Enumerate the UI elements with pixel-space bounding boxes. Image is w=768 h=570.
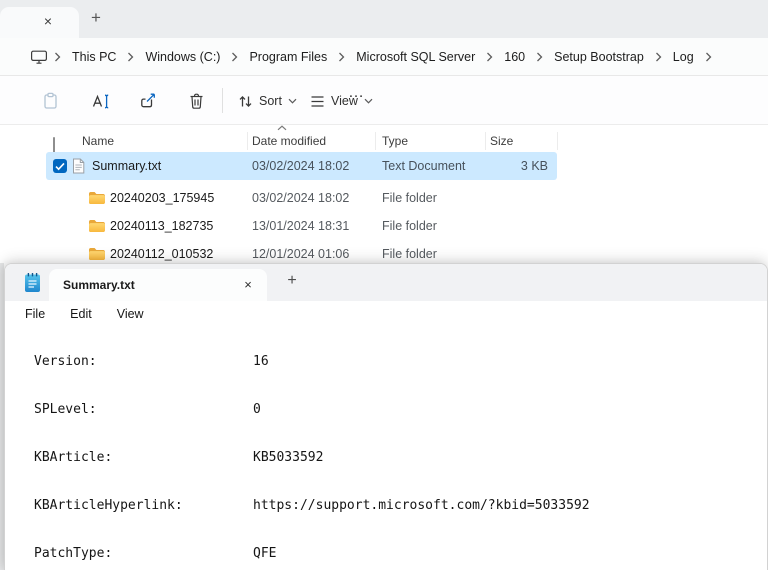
chevron-right-icon[interactable] [338, 52, 345, 62]
file-row-summary-txt[interactable]: Summary.txt 03/02/2024 18:02 Text Docume… [0, 152, 768, 180]
column-header-type[interactable]: Type [382, 130, 408, 152]
desktop-screen: × + This PC Windows (C:) Program Files M… [0, 0, 768, 570]
chevron-right-icon[interactable] [536, 52, 543, 62]
column-header-size[interactable]: Size [490, 130, 513, 152]
column-header-date[interactable]: Date modified [252, 130, 326, 152]
chevron-right-icon[interactable] [486, 52, 493, 62]
rename-button[interactable] [87, 88, 113, 114]
notepad-app-icon [22, 271, 43, 294]
folder-date: 03/02/2024 18:02 [252, 184, 349, 212]
text-line: KBArticle:KB5033592 [21, 450, 767, 466]
chevron-right-icon[interactable] [231, 52, 238, 62]
explorer-command-bar: Sort View … [0, 76, 768, 125]
view-dropdown[interactable]: View [306, 88, 377, 114]
folder-icon [88, 191, 105, 205]
sort-dropdown[interactable]: Sort [234, 88, 301, 114]
sort-icon [238, 94, 253, 109]
notepad-active-tab[interactable]: Summary.txt × [49, 269, 267, 301]
text-line: KBArticleHyperlink:https://support.micro… [21, 498, 767, 514]
text-line: PatchType:QFE [21, 546, 767, 562]
file-size: 3 KB [485, 152, 548, 180]
folder-icon [88, 247, 105, 261]
view-icon [310, 95, 325, 108]
breadcrumb-item-160[interactable]: 160 [499, 47, 530, 67]
breadcrumb-item-windows-c[interactable]: Windows (C:) [140, 47, 225, 67]
chevron-right-icon[interactable] [705, 52, 712, 62]
paste-icon [42, 92, 59, 110]
notepad-new-tab-button[interactable]: + [281, 271, 303, 293]
breadcrumb-item-this-pc[interactable]: This PC [67, 47, 121, 67]
folder-type: File folder [382, 184, 437, 212]
folder-date: 13/01/2024 18:31 [252, 212, 349, 240]
breadcrumb-item-sql-server[interactable]: Microsoft SQL Server [351, 47, 480, 67]
breadcrumb-item-log[interactable]: Log [668, 47, 699, 67]
chevron-down-icon [364, 98, 373, 104]
tab-close-icon[interactable]: × [39, 13, 57, 31]
explorer-active-tab[interactable]: × [0, 7, 79, 38]
toolbar-divider [222, 88, 223, 113]
breadcrumb-item-setup-bootstrap[interactable]: Setup Bootstrap [549, 47, 649, 67]
file-list-header: Name Date modified Type Size [0, 130, 768, 152]
chevron-right-icon [54, 52, 61, 62]
column-header-name[interactable]: Name [82, 130, 114, 152]
breadcrumb-item-program-files[interactable]: Program Files [244, 47, 332, 67]
explorer-tab-strip: × + [0, 0, 768, 38]
notepad-text-area[interactable]: Version:16 SPLevel:0 KBArticle:KB5033592… [5, 327, 767, 570]
row-checkbox-checked[interactable] [53, 159, 67, 173]
sort-label: Sort [259, 94, 282, 108]
notepad-tab-strip: Summary.txt × + [5, 264, 767, 301]
folder-icon [88, 219, 105, 233]
menu-view[interactable]: View [115, 305, 146, 323]
text-file-icon [72, 158, 85, 174]
folder-name: 20240113_182735 [110, 212, 213, 240]
notepad-menu-bar: File Edit View [5, 301, 767, 327]
chevron-right-icon[interactable] [127, 52, 134, 62]
file-list: Name Date modified Type Size [0, 130, 768, 268]
text-line: SPLevel:0 [21, 402, 767, 418]
file-date: 03/02/2024 18:02 [252, 152, 349, 180]
notepad-tab-close-icon[interactable]: × [239, 276, 257, 294]
notepad-tab-title: Summary.txt [63, 278, 135, 292]
folder-row[interactable]: 20240113_182735 13/01/2024 18:31 File fo… [0, 212, 768, 240]
this-pc-icon [30, 49, 48, 65]
more-options-button[interactable]: … [348, 84, 365, 102]
file-name: Summary.txt [92, 152, 161, 180]
breadcrumb: This PC Windows (C:) Program Files Micro… [0, 38, 768, 76]
delete-button[interactable] [183, 88, 209, 114]
chevron-down-icon [288, 98, 297, 104]
text-line: Version:16 [21, 354, 767, 370]
rename-icon [91, 93, 110, 110]
folder-name: 20240203_175945 [110, 184, 214, 212]
trash-icon [188, 92, 205, 110]
folder-type: File folder [382, 212, 437, 240]
paste-button[interactable] [37, 88, 63, 114]
folder-row[interactable]: 20240203_175945 03/02/2024 18:02 File fo… [0, 184, 768, 212]
check-icon [55, 162, 65, 171]
file-explorer-window: × + This PC Windows (C:) Program Files M… [0, 0, 768, 268]
share-button[interactable] [135, 88, 161, 114]
new-tab-button[interactable]: + [84, 7, 108, 31]
share-icon [139, 92, 157, 110]
menu-file[interactable]: File [23, 305, 47, 323]
chevron-right-icon[interactable] [655, 52, 662, 62]
file-type: Text Document [382, 152, 465, 180]
notepad-window: Summary.txt × + File Edit View Version:1… [4, 263, 768, 570]
menu-edit[interactable]: Edit [68, 305, 94, 323]
